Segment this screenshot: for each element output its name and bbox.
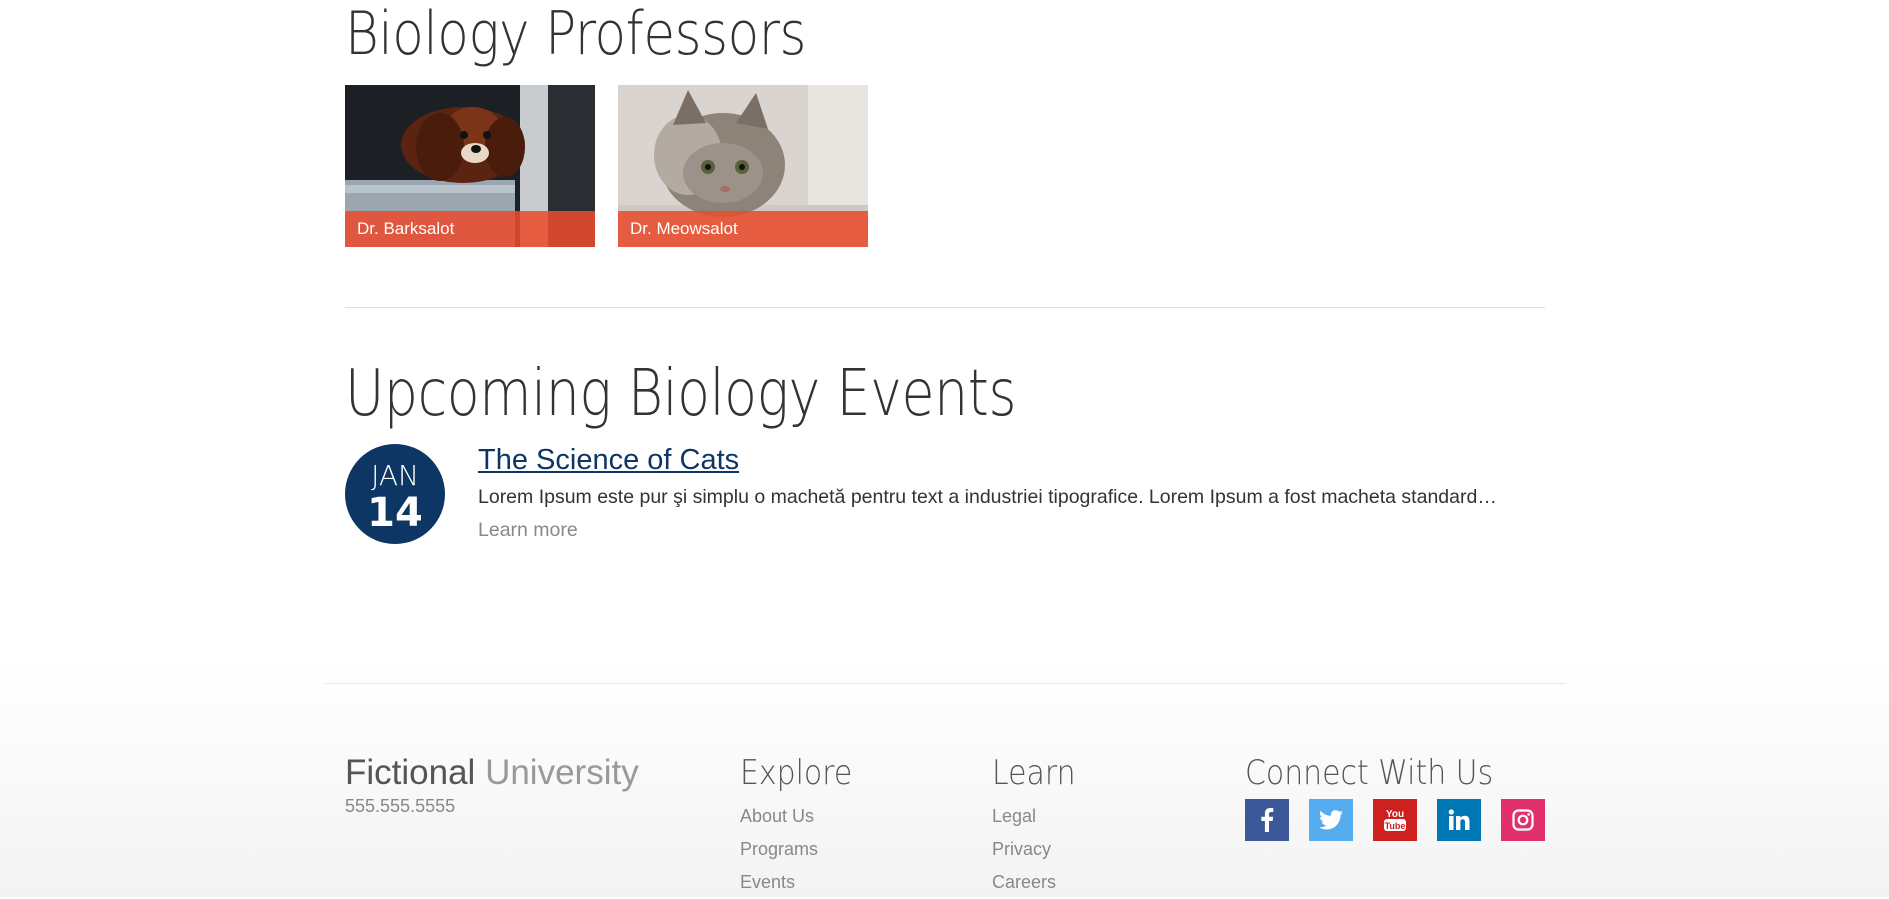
footer-link-legal[interactable]: Legal (992, 800, 1056, 833)
youtube-icon[interactable]: You Tube (1373, 799, 1417, 841)
footer-phone[interactable]: 555.555.5555 (345, 796, 455, 817)
section-divider (345, 307, 1545, 308)
event-day: 14 (367, 490, 423, 536)
footer-learn-title: Learn (992, 753, 1076, 793)
facebook-icon[interactable] (1245, 799, 1289, 841)
event-month: JAN (371, 459, 419, 492)
social-links: You Tube (1245, 799, 1545, 841)
brand-bold: Fictional (345, 753, 476, 792)
svg-text:You: You (1386, 809, 1404, 820)
professor-card-meowsalot[interactable]: Dr. Meowsalot (618, 85, 868, 247)
footer-explore-links: About Us Programs Events (740, 800, 818, 899)
event-title-link[interactable]: The Science of Cats (478, 443, 739, 477)
footer-link-careers[interactable]: Careers (992, 866, 1056, 899)
professor-name: Dr. Meowsalot (618, 211, 868, 247)
professors-heading: Biology Professors (345, 0, 806, 69)
footer-learn-links: Legal Privacy Careers (992, 800, 1056, 899)
professor-name: Dr. Barksalot (345, 211, 595, 247)
professor-card-barksalot[interactable]: Dr. Barksalot (345, 85, 595, 247)
twitter-icon[interactable] (1309, 799, 1353, 841)
footer-connect-title: Connect With Us (1245, 753, 1494, 793)
professor-cards: Dr. Barksalot Dr. Meowsalot (345, 85, 868, 247)
footer-link-privacy[interactable]: Privacy (992, 833, 1056, 866)
brand-light: University (485, 753, 639, 792)
svg-text:Tube: Tube (1385, 821, 1406, 831)
event-date-badge: JAN 14 (345, 444, 445, 544)
linkedin-icon[interactable] (1437, 799, 1481, 841)
event-description: Lorem Ipsum este pur şi simplu o machetă… (478, 486, 1497, 508)
footer-explore-title: Explore (740, 753, 853, 793)
footer (0, 660, 1889, 897)
footer-link-about-us[interactable]: About Us (740, 800, 818, 833)
instagram-icon[interactable] (1501, 799, 1545, 841)
event-learn-more-link[interactable]: Learn more (478, 518, 578, 542)
events-heading: Upcoming Biology Events (345, 357, 1017, 431)
footer-link-events[interactable]: Events (740, 866, 818, 899)
footer-brand[interactable]: Fictional University (345, 752, 639, 794)
footer-link-programs[interactable]: Programs (740, 833, 818, 866)
footer-divider (325, 683, 1565, 684)
